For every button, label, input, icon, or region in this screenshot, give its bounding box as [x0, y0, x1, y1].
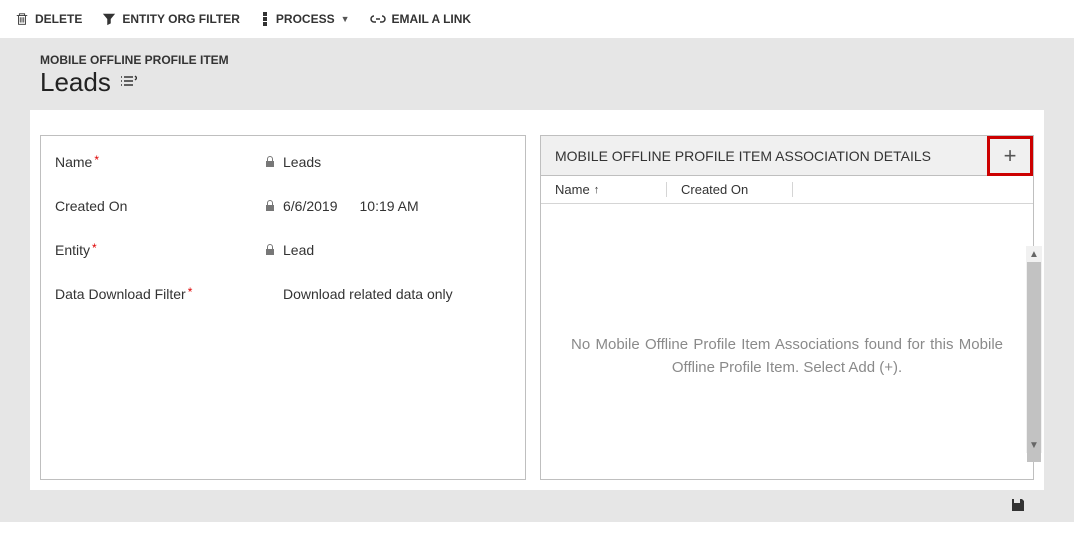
sort-asc-icon: ↑ [594, 184, 600, 196]
add-association-button[interactable]: + [987, 136, 1033, 176]
form-content: Name* Leads Created On 6/6/2019 [30, 110, 1044, 490]
entity-org-filter-label: ENTITY ORG FILTER [122, 12, 240, 26]
entity-label: Entity* [55, 242, 265, 258]
details-panel: Name* Leads Created On 6/6/2019 [40, 135, 526, 480]
save-icon[interactable] [1010, 497, 1026, 516]
entity-field-row: Entity* Lead [55, 242, 511, 258]
chevron-down-icon: ▼ [341, 14, 350, 24]
name-field-row: Name* Leads [55, 154, 511, 170]
associations-title: MOBILE OFFLINE PROFILE ITEM ASSOCIATION … [555, 148, 931, 164]
column-name[interactable]: Name ↑ [541, 182, 667, 197]
entity-type-label: MOBILE OFFLINE PROFILE ITEM [10, 48, 1064, 67]
record-title: Leads [40, 67, 111, 98]
email-link-label: EMAIL A LINK [392, 12, 472, 26]
scrollbar-thumb[interactable] [1027, 262, 1041, 462]
created-on-label: Created On [55, 198, 265, 214]
associations-header: MOBILE OFFLINE PROFILE ITEM ASSOCIATION … [541, 136, 1033, 176]
command-toolbar: DELETE ENTITY ORG FILTER PROCESS ▼ EMAIL… [0, 0, 1074, 38]
trash-icon [15, 12, 29, 26]
vertical-scrollbar[interactable]: ▲ ▼ [1026, 246, 1042, 453]
created-on-value[interactable]: 6/6/2019 10:19 AM [265, 198, 419, 214]
name-label: Name* [55, 154, 265, 170]
association-empty-message: No Mobile Offline Profile Item Associati… [541, 204, 1033, 379]
record-title-row: Leads [10, 67, 1064, 110]
column-created-on[interactable]: Created On [667, 182, 793, 197]
form-header-area: MOBILE OFFLINE PROFILE ITEM Leads Name* … [0, 38, 1074, 522]
plus-icon: + [1004, 145, 1017, 167]
link-icon [370, 14, 386, 24]
form-footer [30, 490, 1044, 522]
lock-icon [265, 244, 275, 256]
entity-org-filter-button[interactable]: ENTITY ORG FILTER [102, 12, 240, 26]
process-icon [260, 12, 270, 26]
lock-icon [265, 156, 275, 168]
scroll-up-arrow-icon[interactable]: ▲ [1026, 246, 1042, 262]
data-download-filter-row: Data Download Filter* Download related d… [55, 286, 511, 302]
data-download-filter-label: Data Download Filter* [55, 286, 265, 302]
name-value[interactable]: Leads [265, 154, 321, 170]
email-link-button[interactable]: EMAIL A LINK [370, 12, 472, 26]
data-download-filter-value[interactable]: Download related data only [265, 286, 453, 302]
scroll-down-arrow-icon[interactable]: ▼ [1026, 437, 1042, 453]
process-button[interactable]: PROCESS ▼ [260, 12, 350, 26]
lock-icon [265, 200, 275, 212]
entity-value[interactable]: Lead [265, 242, 314, 258]
association-grid-header: Name ↑ Created On [541, 176, 1033, 204]
form-selector-icon[interactable] [121, 74, 137, 91]
associations-panel: MOBILE OFFLINE PROFILE ITEM ASSOCIATION … [540, 135, 1034, 480]
process-label: PROCESS [276, 12, 335, 26]
created-on-field-row: Created On 6/6/2019 10:19 AM [55, 198, 511, 214]
filter-icon [102, 12, 116, 26]
delete-button[interactable]: DELETE [15, 12, 82, 26]
delete-label: DELETE [35, 12, 82, 26]
